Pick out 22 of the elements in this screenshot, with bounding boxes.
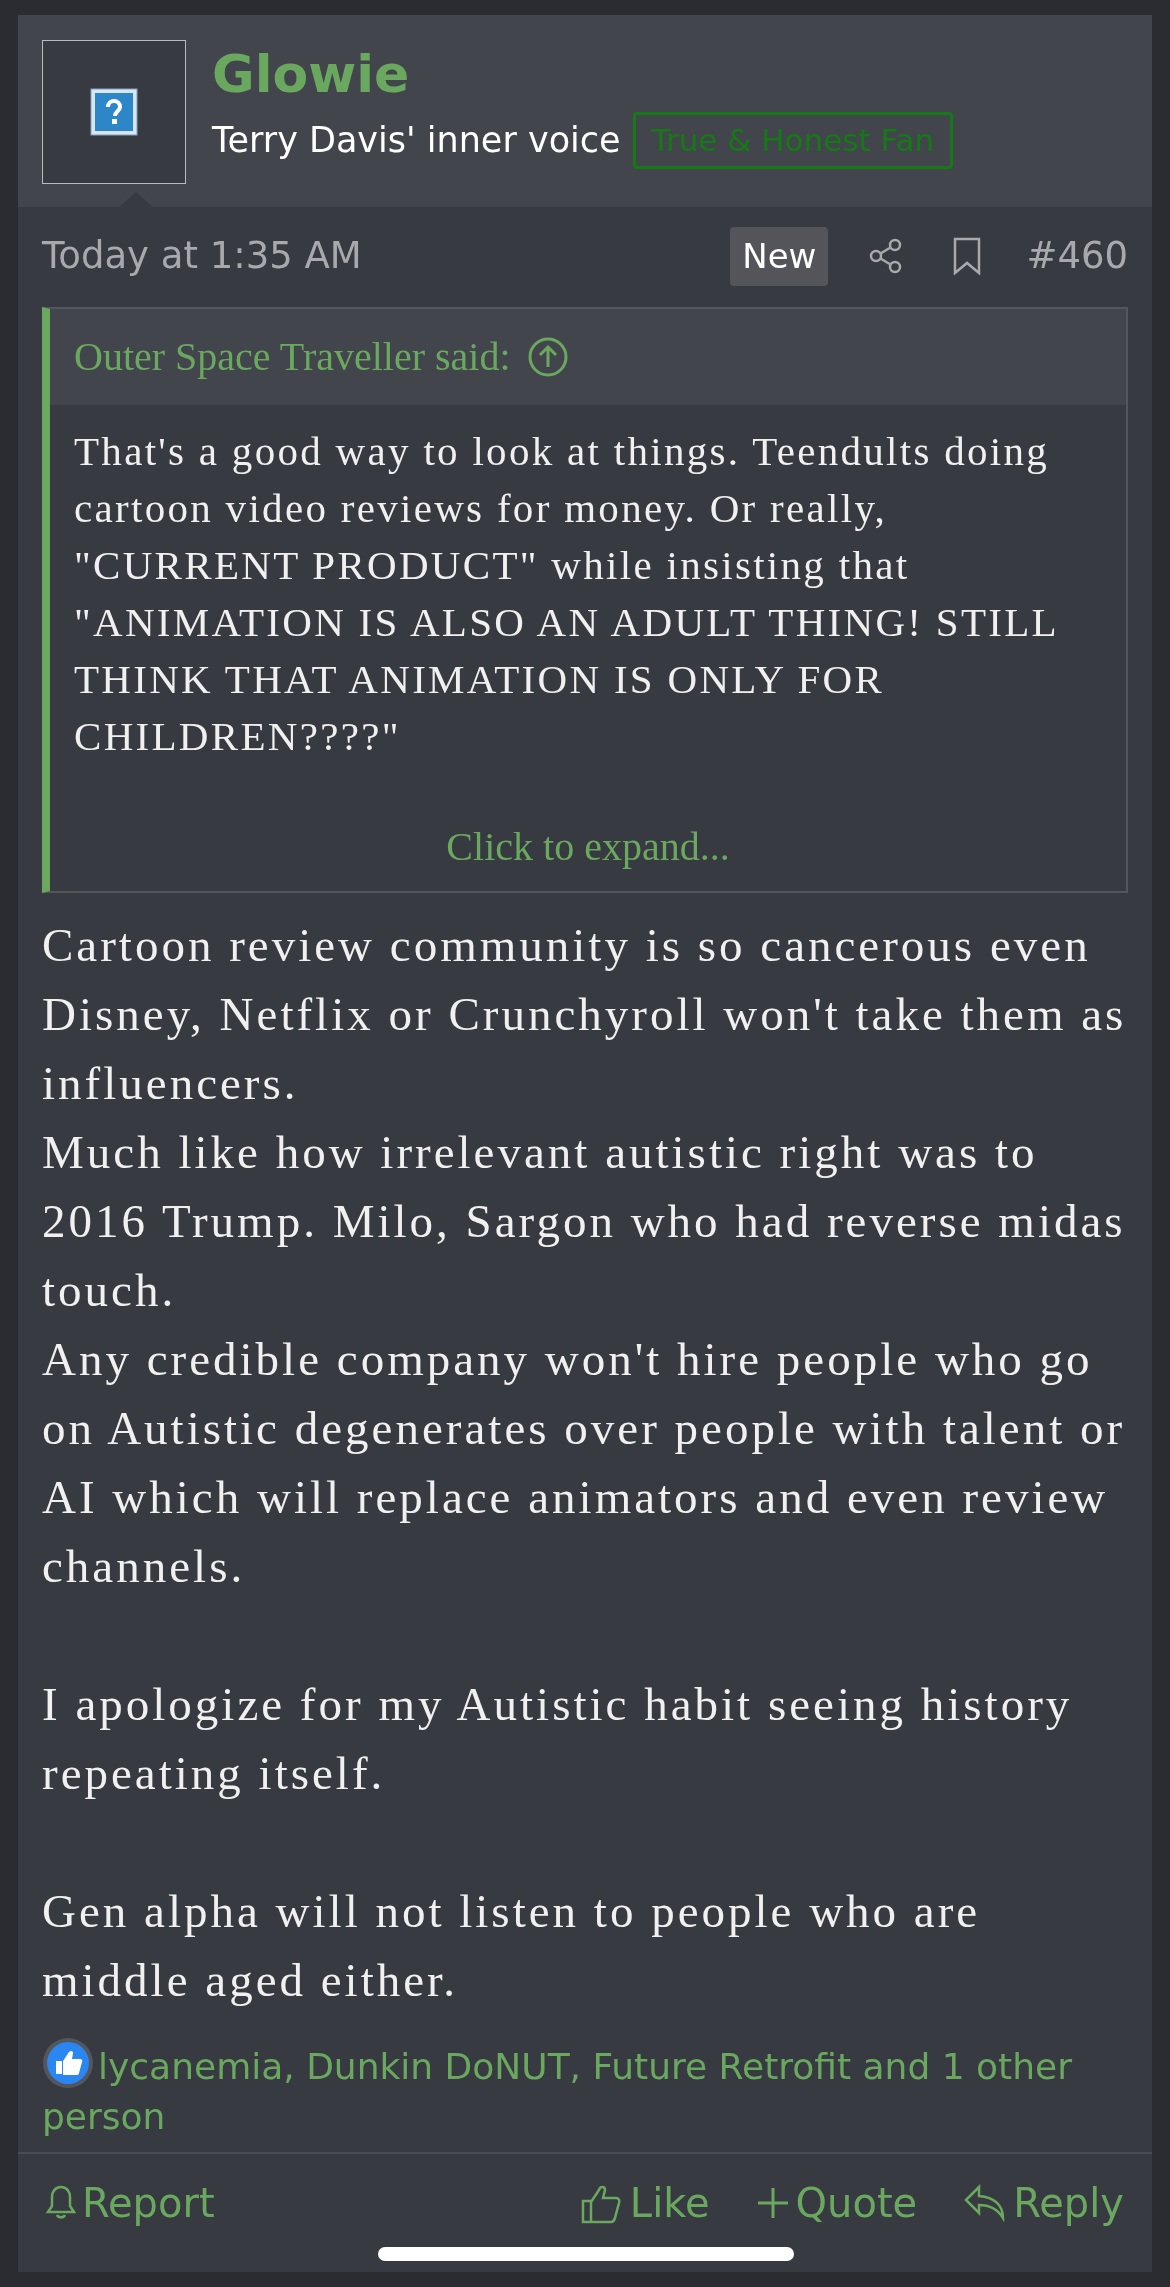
user-title: Terry Davis' inner voice (212, 119, 621, 162)
user-banner: True & Honest Fan (632, 112, 954, 169)
thumbs-up-icon[interactable] (42, 2037, 94, 2089)
question-mark-icon (90, 88, 138, 136)
like-button[interactable]: Like (579, 2173, 710, 2233)
reply-button[interactable]: Reply (963, 2173, 1124, 2233)
author-name[interactable]: Glowie (212, 42, 954, 106)
quote-text: That's a good way to look at things. Teendults doing cartoon video reviews for money. Or really, "CURRENT PRODUCT" while insisting that "ANIMATION IS ALSO AN ADULT THING! STILL THINK THAT ANIMATION IS ONLY FOR CHILDREN????" (74, 427, 1059, 761)
arrow-up-circle-icon[interactable] (526, 336, 569, 378)
plus-icon (755, 2186, 790, 2220)
avatar[interactable] (42, 40, 186, 184)
post-paragraph: Cartoon review community is so cancerous even Disney, Netflix or Crunchyroll won't take them as influencers. Much like how irrelevant autistic right was to 2016 Trump. Milo, Sargon who had reverse midas touch. Any credible company won't hire people who go on Autistic degenerates over people with talent or AI which will replace animators and even review channels. (42, 918, 1128, 1594)
post-paragraph: Gen alpha will not listen to people who are middle aged either. (42, 1884, 982, 2008)
post-number[interactable]: #460 (1026, 228, 1128, 284)
reaction-link[interactable]: lycanemia, Dunkin DoNUT, Future Retrofit and 1 other person (42, 2037, 1128, 2142)
post-paragraph: I apologize for my Autistic habit seeing history repeating itself. (42, 1677, 1074, 1801)
post-date[interactable]: Today at 1:35 AM (42, 228, 362, 284)
expand-link[interactable]: Click to expand... (446, 817, 730, 877)
new-badge: New (730, 226, 829, 286)
report-button[interactable]: Report (46, 2173, 215, 2233)
quote-button[interactable]: Quote (755, 2173, 918, 2233)
bookmark-icon[interactable] (952, 237, 983, 275)
